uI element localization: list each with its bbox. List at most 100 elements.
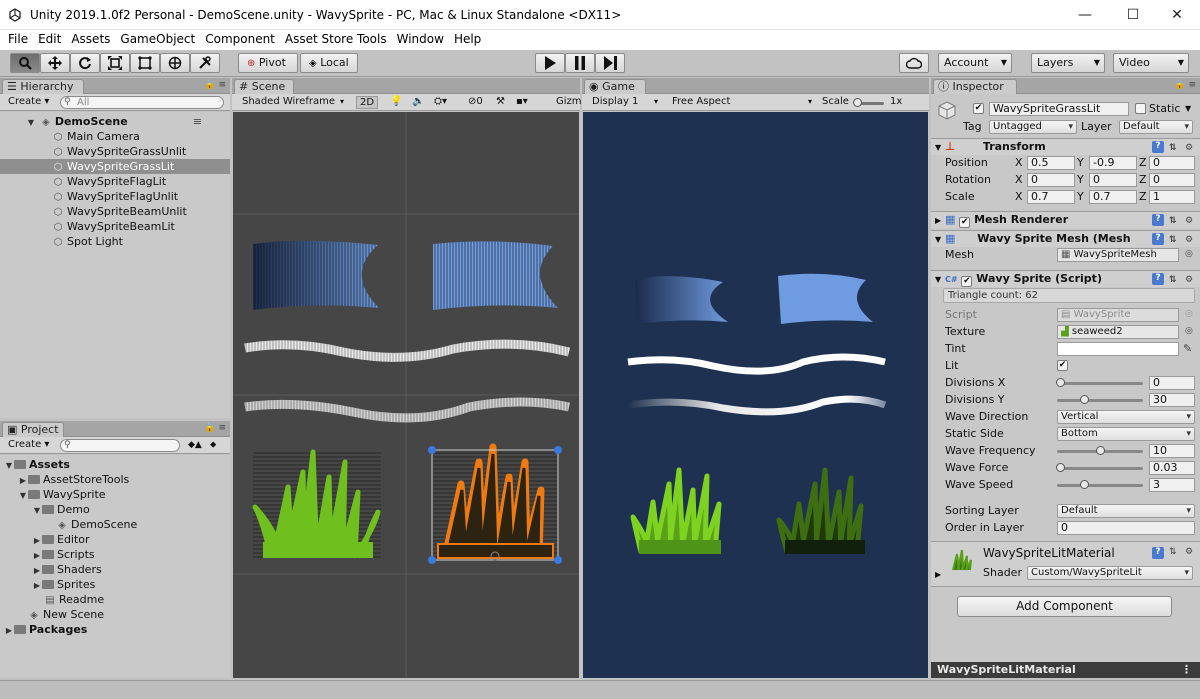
object-name-field[interactable]: WavySpriteGrassLit bbox=[989, 102, 1129, 116]
help-icon[interactable]: ? bbox=[1152, 273, 1164, 285]
step-button[interactable] bbox=[595, 53, 625, 73]
panel-menu-icon[interactable]: 🔒 ≡ bbox=[204, 423, 226, 433]
mesh-renderer-enabled-checkbox[interactable]: ✔ bbox=[959, 217, 971, 228]
layers-dropdown[interactable]: Layers ▼ bbox=[1031, 53, 1105, 73]
eyedropper-icon[interactable]: ✎ bbox=[1183, 342, 1192, 355]
active-checkbox[interactable]: ✔ bbox=[973, 103, 984, 114]
transform-header[interactable]: ▼ ⊥ Transform ? ⇅ ⚙ bbox=[931, 138, 1200, 155]
scene-root[interactable]: ▼ ◈ DemoScene ≡ bbox=[0, 114, 230, 129]
add-component-button[interactable]: Add Component bbox=[957, 596, 1172, 617]
tag-dropdown[interactable]: Untagged bbox=[989, 120, 1077, 134]
project-item[interactable]: ▶ Scripts bbox=[0, 547, 230, 562]
foldout-closed-icon[interactable]: ▶ bbox=[935, 570, 941, 579]
scale-z-field[interactable]: 1 bbox=[1149, 190, 1195, 204]
wavy-sprite-enabled-checkbox[interactable]: ✔ bbox=[961, 276, 973, 287]
create-dropdown[interactable]: Create ▾ bbox=[8, 96, 49, 109]
static-side-dropdown[interactable]: Bottom bbox=[1057, 427, 1195, 441]
preview-menu-icon[interactable]: ⋮ bbox=[1181, 662, 1192, 677]
scale-tool-button[interactable] bbox=[100, 53, 130, 73]
project-item[interactable]: ▼ WavySprite bbox=[0, 487, 230, 502]
hand-tool-button[interactable] bbox=[10, 53, 40, 73]
mode-2d-toggle[interactable]: 2D bbox=[356, 96, 379, 109]
create-dropdown[interactable]: Create ▾ bbox=[8, 439, 49, 452]
project-item[interactable]: ▶ Sprites bbox=[0, 577, 230, 592]
menu-help[interactable]: Help bbox=[449, 30, 486, 48]
label-icon[interactable]: ⬥ bbox=[210, 439, 216, 452]
rotation-y-field[interactable]: 0 bbox=[1089, 173, 1137, 187]
project-item[interactable]: ▼ Assets bbox=[0, 457, 230, 472]
divisions-x-field[interactable]: 0 bbox=[1149, 376, 1195, 390]
hierarchy-search-input[interactable]: ⚲ All bbox=[60, 96, 224, 109]
sorting-layer-dropdown[interactable]: Default bbox=[1057, 504, 1195, 518]
divisions-y-field[interactable]: 30 bbox=[1149, 393, 1195, 407]
audio-toggle-icon[interactable]: 🔈 bbox=[412, 96, 424, 109]
rotate-tool-button[interactable] bbox=[70, 53, 100, 73]
divisions-x-slider-knob[interactable] bbox=[1056, 378, 1065, 387]
tab-hierarchy[interactable]: ☰ Hierarchy bbox=[2, 79, 84, 94]
gear-icon[interactable]: ⚙ bbox=[1185, 232, 1193, 248]
scene-menu-icon[interactable]: ≡ bbox=[193, 114, 202, 129]
chevron-down-icon[interactable]: ▼ bbox=[1185, 102, 1191, 116]
asset-preview-bar[interactable]: WavySpriteLitMaterial ⋮ bbox=[931, 662, 1200, 678]
hidden-objects-icon[interactable]: ⊘0 bbox=[468, 96, 483, 109]
tab-scene[interactable]: # Scene bbox=[234, 79, 294, 94]
pivot-toggle[interactable]: ⊕ Pivot bbox=[238, 53, 298, 73]
aspect-dropdown[interactable]: Free Aspect bbox=[672, 96, 730, 109]
panel-menu-icon[interactable]: 🔒 ≡ bbox=[204, 80, 226, 90]
selection-handle[interactable] bbox=[428, 446, 436, 454]
pause-button[interactable] bbox=[565, 53, 595, 73]
move-tool-button[interactable] bbox=[40, 53, 70, 73]
wave-speed-field[interactable]: 3 bbox=[1149, 478, 1195, 492]
wave-frequency-slider-knob[interactable] bbox=[1096, 446, 1105, 455]
help-icon[interactable]: ? bbox=[1152, 214, 1164, 226]
scale-y-field[interactable]: 0.7 bbox=[1089, 190, 1137, 204]
menu-file[interactable]: File bbox=[0, 30, 33, 48]
rotation-z-field[interactable]: 0 bbox=[1149, 173, 1195, 187]
play-button[interactable] bbox=[535, 53, 565, 73]
selection-handle[interactable] bbox=[554, 446, 562, 454]
custom-tool-button[interactable] bbox=[190, 53, 220, 73]
list-item-selected[interactable]: ⬡ WavySpriteGrassLit bbox=[0, 159, 230, 174]
project-item[interactable]: ▶ AssetStoreTools bbox=[0, 472, 230, 487]
rotation-x-field[interactable]: 0 bbox=[1027, 173, 1075, 187]
transform-tool-button[interactable] bbox=[160, 53, 190, 73]
help-icon[interactable]: ? bbox=[1152, 547, 1164, 559]
menu-gameobject[interactable]: GameObject bbox=[115, 30, 200, 48]
menu-assets[interactable]: Assets bbox=[66, 30, 115, 48]
layer-dropdown[interactable]: Default bbox=[1119, 120, 1193, 134]
scale-x-field[interactable]: 0.7 bbox=[1027, 190, 1075, 204]
flag-blue-sprite[interactable] bbox=[433, 241, 558, 310]
close-button[interactable]: ✕ bbox=[1154, 0, 1200, 30]
shader-dropdown[interactable]: Custom/WavySpriteLit bbox=[1027, 566, 1193, 580]
project-item[interactable]: ▶ Shaders bbox=[0, 562, 230, 577]
selection-handle[interactable] bbox=[428, 556, 436, 564]
minimize-button[interactable]: — bbox=[1062, 0, 1108, 30]
preset-icon[interactable]: ⇅ bbox=[1169, 272, 1177, 288]
texture-object-field[interactable]: ▟ seaweed2 bbox=[1057, 325, 1179, 339]
project-item[interactable]: ▶ Packages bbox=[0, 622, 230, 637]
flag-dark-sprite[interactable] bbox=[253, 240, 379, 310]
list-item[interactable]: ⬡ Main Camera bbox=[0, 129, 230, 144]
preset-icon[interactable]: ⇅ bbox=[1169, 213, 1177, 229]
effects-toggle-icon[interactable]: ⛭▾ bbox=[434, 96, 447, 109]
tab-project[interactable]: ▣ Project bbox=[2, 422, 64, 437]
position-x-field[interactable]: 0.5 bbox=[1027, 156, 1075, 170]
list-item[interactable]: ⬡ WavySpriteGrassUnlit bbox=[0, 144, 230, 159]
menu-asset-store-tools[interactable]: Asset Store Tools bbox=[280, 30, 392, 48]
preset-icon[interactable]: ⇅ bbox=[1169, 232, 1177, 248]
mesh-filter-header[interactable]: ▼ ▦ Wavy Sprite Mesh (Mesh ? ⇅ ⚙ bbox=[931, 230, 1200, 247]
list-item[interactable]: ⬡ WavySpriteFlagLit bbox=[0, 174, 230, 189]
object-picker-icon[interactable]: ◎ bbox=[1185, 326, 1193, 336]
order-in-layer-field[interactable]: 0 bbox=[1057, 521, 1195, 535]
object-picker-icon[interactable]: ◎ bbox=[1185, 249, 1193, 259]
gear-icon[interactable]: ⚙ bbox=[1185, 213, 1193, 229]
scene-viewport[interactable] bbox=[233, 112, 579, 678]
wave-force-field[interactable]: 0.03 bbox=[1149, 461, 1195, 475]
help-icon[interactable]: ? bbox=[1152, 233, 1164, 245]
list-item[interactable]: ⬡ WavySpriteBeamUnlit bbox=[0, 204, 230, 219]
scene-tools-icon[interactable]: ⚒ bbox=[496, 96, 505, 109]
collab-button[interactable] bbox=[899, 53, 929, 73]
divisions-y-slider-knob[interactable] bbox=[1080, 395, 1089, 404]
project-item[interactable]: ◈ New Scene bbox=[0, 607, 230, 622]
wavy-sprite-header[interactable]: ▼ C# ✔ Wavy Sprite (Script) ? ⇅ ⚙ bbox=[931, 270, 1200, 287]
